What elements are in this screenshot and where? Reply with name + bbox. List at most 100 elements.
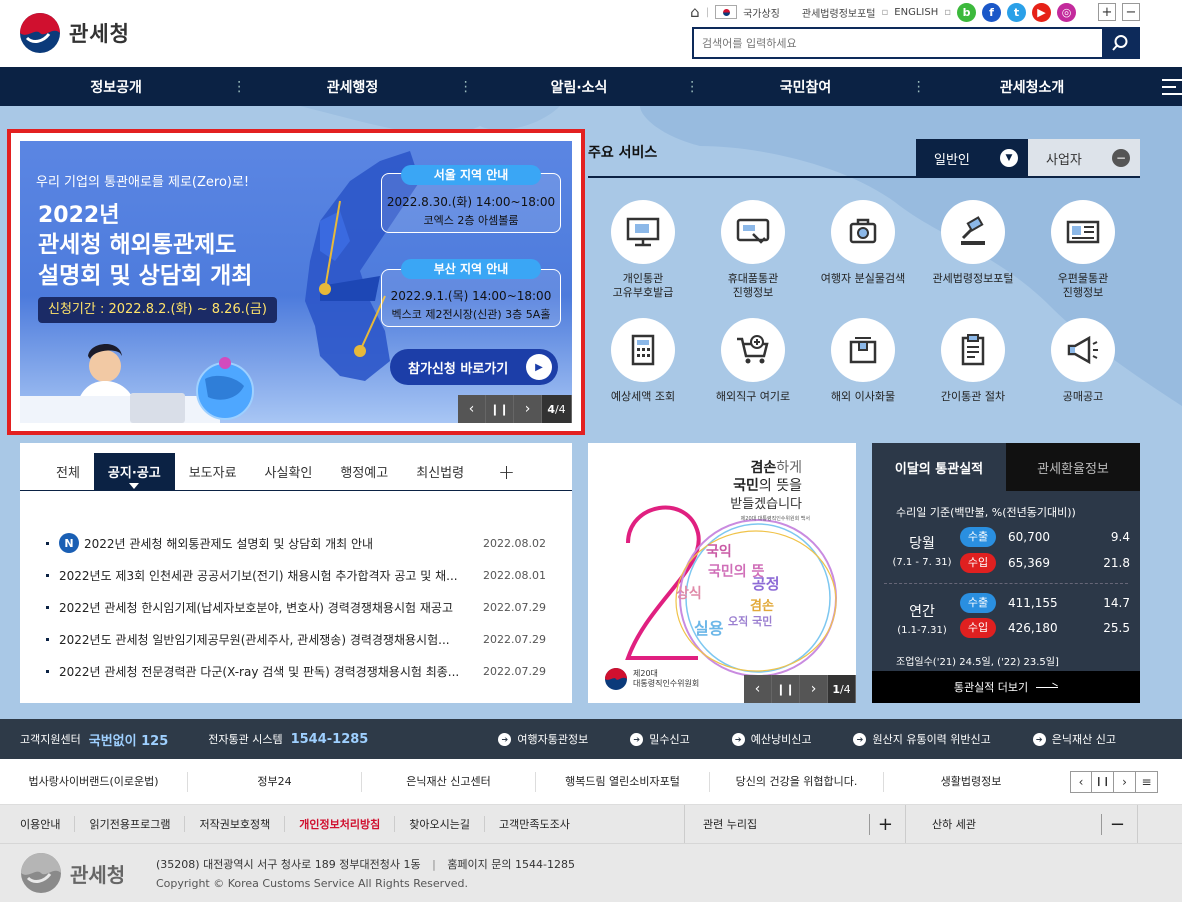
- service-customs-code[interactable]: 개인통관 고유부호발급: [588, 200, 698, 300]
- tab-press[interactable]: 보도자료: [175, 453, 251, 491]
- service-simple-clearance[interactable]: 간이통관 절차: [918, 318, 1028, 404]
- english-link[interactable]: ENGLISH: [894, 7, 938, 18]
- arrow-circle-icon: ➔: [630, 732, 644, 746]
- service-lost-items[interactable]: 여행자 분실물검색: [808, 200, 918, 300]
- report-link-travel[interactable]: ➔ 여행자통관정보: [498, 731, 588, 747]
- list-item[interactable]: N 2022년 관세청 해외통관제도 설명회 및 상담회 개최 안내 2022.…: [46, 527, 546, 559]
- tab-exchange-rate[interactable]: 관세환율정보: [1006, 443, 1140, 491]
- export-tag: 수출: [960, 593, 996, 613]
- policy-link[interactable]: 찾아오시는길: [395, 816, 485, 832]
- list-item[interactable]: 2022년도 제3회 인천세관 공공서기보(전기) 채용시험 추가합격자 공고 …: [46, 559, 546, 591]
- nav-item-customs-admin[interactable]: 관세행정: [246, 77, 459, 97]
- home-icon[interactable]: ⌂: [690, 3, 700, 21]
- bullet-icon: [46, 669, 49, 673]
- tab-all[interactable]: 전체: [42, 453, 94, 491]
- tab-monthly-stats[interactable]: 이달의 통관실적: [872, 443, 1006, 491]
- banner-prev-button[interactable]: ‹: [458, 395, 486, 423]
- banner-next-button[interactable]: ›: [514, 395, 542, 423]
- nav-item-participation[interactable]: 국민참여: [699, 77, 912, 97]
- poster-next-button[interactable]: ›: [800, 675, 828, 703]
- search-input[interactable]: [694, 29, 1102, 57]
- service-tax-estimate[interactable]: 예상세액 조회: [588, 318, 698, 404]
- policy-link[interactable]: 저작권보호정책: [185, 816, 286, 832]
- stats-more-button[interactable]: 통관실적 더보기: [872, 671, 1140, 703]
- main-banner[interactable]: 우리 기업의 통관애로를 제로(Zero)로! 2022년 관세청 해외통관제도…: [7, 129, 585, 435]
- policy-link[interactable]: 이용안내: [20, 816, 76, 832]
- chevron-down-icon: ▼: [1000, 149, 1018, 167]
- nav-item-info[interactable]: 정보공개: [0, 77, 232, 97]
- youtube-icon[interactable]: ▶: [1032, 2, 1051, 22]
- twitter-icon[interactable]: t: [1007, 2, 1026, 22]
- national-symbol-link[interactable]: 국가상징: [743, 5, 780, 20]
- busan-label: 부산 지역 안내: [401, 259, 541, 279]
- family-pause-button[interactable]: ❙❙: [1092, 770, 1114, 793]
- tab-general[interactable]: 일반인 ▼: [916, 139, 1028, 177]
- family-next-button[interactable]: ›: [1114, 770, 1136, 793]
- promo-poster[interactable]: 겸손하게 국민의 뜻을 받들겠습니다 제20대 대통령직인수위원회 백서 국익 …: [588, 443, 856, 703]
- policy-link[interactable]: 읽기전용프로그램: [75, 816, 186, 832]
- family-site-link[interactable]: 법사랑사이버랜드(이로운법): [0, 771, 188, 792]
- tab-business[interactable]: 사업자 −: [1028, 139, 1140, 177]
- service-law-portal[interactable]: 관세법령정보포털: [918, 200, 1028, 300]
- import-tag: 수입: [960, 618, 996, 638]
- service-baggage-info[interactable]: 휴대품통관 진행정보: [698, 200, 808, 300]
- banner-pause-button[interactable]: ❙❙: [486, 395, 514, 423]
- center-label: 고객지원센터: [20, 733, 81, 746]
- service-moving-cargo[interactable]: 해외 이사화물: [808, 318, 918, 404]
- family-site-link[interactable]: 생활법령정보: [884, 772, 1058, 792]
- report-link-origin[interactable]: ➔ 원산지 유통이력 위반신고: [853, 731, 991, 747]
- poster-prev-button[interactable]: ‹: [744, 675, 772, 703]
- list-item[interactable]: 2022년 관세청 한시임기제(납세자보호분야, 변호사) 경력경쟁채용시험 재…: [46, 591, 546, 623]
- family-prev-button[interactable]: ‹: [1070, 770, 1092, 793]
- tab-admin-notice[interactable]: 행정예고: [326, 453, 402, 491]
- banner-slide: 우리 기업의 통관애로를 제로(Zero)로! 2022년 관세청 해외통관제도…: [20, 141, 572, 423]
- blog-icon[interactable]: b: [957, 2, 976, 22]
- list-item[interactable]: 2022년 관세청 전문경력관 다군(X-ray 검색 및 판독) 경력경쟁채용…: [46, 655, 546, 687]
- policy-link-privacy[interactable]: 개인정보처리방침: [285, 816, 396, 832]
- report-link-label: 밀수신고: [649, 733, 690, 746]
- list-icon[interactable]: ≡: [1136, 770, 1158, 793]
- system-label: 전자통관 시스템: [208, 733, 283, 746]
- service-auction-notice[interactable]: 공매공고: [1028, 318, 1138, 404]
- law-portal-link[interactable]: 관세법령정보포털: [802, 5, 876, 20]
- family-site-link[interactable]: 은닉재산 신고센터: [362, 771, 536, 792]
- stats-rate: 9.4: [1110, 530, 1130, 544]
- import-tag: 수입: [960, 553, 996, 573]
- service-overseas-shopping[interactable]: 해외직구 여기로: [698, 318, 808, 404]
- tab-latest-law[interactable]: 최신법령: [402, 453, 478, 491]
- utility-bar: ⌂ | 국가상징 관세법령정보포털 ▫ ENGLISH ▫ b f t ▶ ◎ …: [690, 2, 1140, 22]
- tab-fact-check[interactable]: 사실확인: [251, 453, 327, 491]
- branch-customs-select[interactable]: 산하 세관 −: [906, 805, 1138, 843]
- poster-controls: ‹ ❙❙ › 1/4: [744, 675, 856, 703]
- stats-tabs: 이달의 통관실적 관세환율정보: [872, 443, 1140, 491]
- report-link-budget[interactable]: ➔ 예산낭비신고: [731, 731, 811, 747]
- tab-notice[interactable]: 공지·공고: [93, 452, 175, 491]
- notice-more-button[interactable]: +: [484, 453, 529, 491]
- banner-apply-button[interactable]: 참가신청 바로가기 ▶: [390, 349, 558, 385]
- service-mail-customs[interactable]: 우편물통관 진행정보: [1028, 200, 1138, 300]
- family-site-link[interactable]: 당신의 건강을 위협합니다.: [710, 771, 884, 792]
- facebook-icon[interactable]: f: [982, 2, 1001, 22]
- zoom-in-button[interactable]: +: [1098, 3, 1116, 21]
- poster-word-people: 국민: [733, 478, 759, 494]
- nav-item-about[interactable]: 관세청소개: [926, 77, 1139, 97]
- util-divider: |: [705, 6, 710, 18]
- stats-value: 411,155: [1008, 596, 1058, 610]
- menu-icon[interactable]: [1162, 78, 1182, 95]
- report-link-assets[interactable]: ➔ 은닉재산 신고: [1032, 731, 1116, 747]
- policy-link[interactable]: 고객만족도조사: [485, 816, 584, 832]
- family-site-link[interactable]: 행복드림 열린소비자포털: [536, 771, 710, 792]
- instagram-icon[interactable]: ◎: [1057, 2, 1076, 22]
- family-site-link[interactable]: 정부24: [188, 771, 362, 792]
- report-link-smuggling[interactable]: ➔ 밀수신고: [630, 731, 690, 747]
- screen-hand-icon: [721, 200, 785, 264]
- list-item[interactable]: 2022년도 관세청 일반임기제공무원(관세주사, 관세쟁송) 경력경쟁채용시험…: [46, 623, 546, 655]
- nav-item-news[interactable]: 알림·소식: [473, 77, 686, 97]
- related-sites-select[interactable]: 관련 누리집 +: [684, 805, 906, 843]
- logo[interactable]: 관세청: [19, 12, 130, 54]
- tab-general-label: 일반인: [934, 152, 970, 168]
- search-button[interactable]: [1102, 29, 1138, 57]
- zoom-out-button[interactable]: −: [1122, 3, 1140, 21]
- banner-counter-current: 4: [547, 402, 555, 416]
- poster-pause-button[interactable]: ❙❙: [772, 675, 800, 703]
